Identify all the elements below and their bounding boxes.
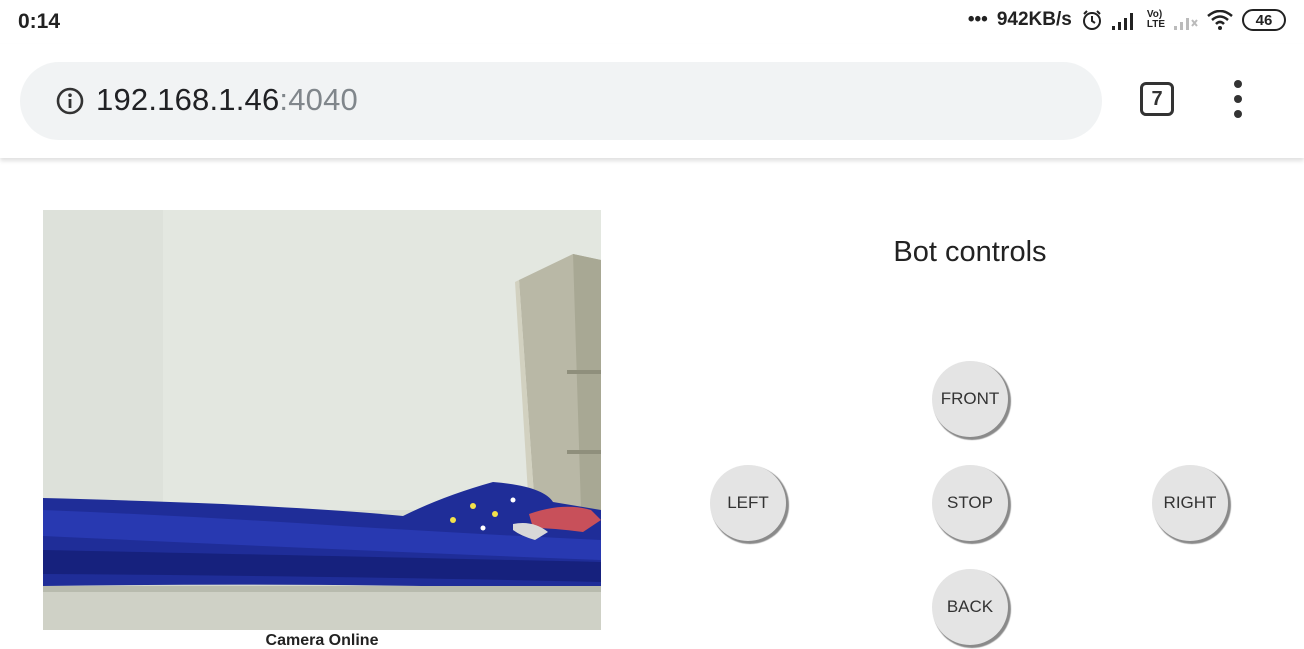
url-bar[interactable]: 192.168.1.46:4040 <box>20 62 1102 140</box>
stop-button[interactable]: STOP <box>932 465 1008 541</box>
menu-dot <box>1234 110 1242 118</box>
menu-dot <box>1234 95 1242 103</box>
controls-title: Bot controls <box>893 236 1047 268</box>
url-text[interactable]: 192.168.1.46:4040 <box>96 82 358 118</box>
network-speed: 942KB/s <box>996 9 1072 30</box>
battery-icon: 46 <box>1242 9 1286 31</box>
alarm-icon <box>1081 9 1103 31</box>
page: 0:14 ••• 942KB/s Vo) LTE 46 192.168.1.46… <box>0 0 1304 649</box>
volte-icon: Vo) LTE <box>1147 10 1165 30</box>
menu-dot <box>1234 80 1242 88</box>
url-host: 192.168.1.46 <box>96 82 280 117</box>
camera-feed <box>43 210 601 630</box>
camera-scene <box>43 210 601 630</box>
info-icon[interactable] <box>56 87 84 115</box>
status-icons: ••• 942KB/s Vo) LTE 46 <box>968 9 1286 31</box>
network-type: LTE <box>1146 19 1165 30</box>
status-bar: 0:14 ••• 942KB/s Vo) LTE 46 <box>0 0 1304 44</box>
camera-status: Camera Online <box>265 632 379 649</box>
left-button[interactable]: LEFT <box>710 465 786 541</box>
more-vert-icon[interactable] <box>1226 76 1250 122</box>
back-button[interactable]: BACK <box>932 569 1008 645</box>
signal-icon <box>1111 10 1138 30</box>
url-port: :4040 <box>279 82 358 117</box>
tab-switcher-button[interactable]: 7 <box>1140 82 1174 116</box>
front-button[interactable]: FRONT <box>932 361 1008 437</box>
browser-toolbar: 192.168.1.46:4040 7 <box>0 44 1304 158</box>
signal-weak-icon <box>1174 10 1198 30</box>
status-time: 0:14 <box>18 10 61 33</box>
wifi-icon <box>1207 10 1233 30</box>
right-button[interactable]: RIGHT <box>1152 465 1228 541</box>
more-dots-icon: ••• <box>967 9 988 30</box>
